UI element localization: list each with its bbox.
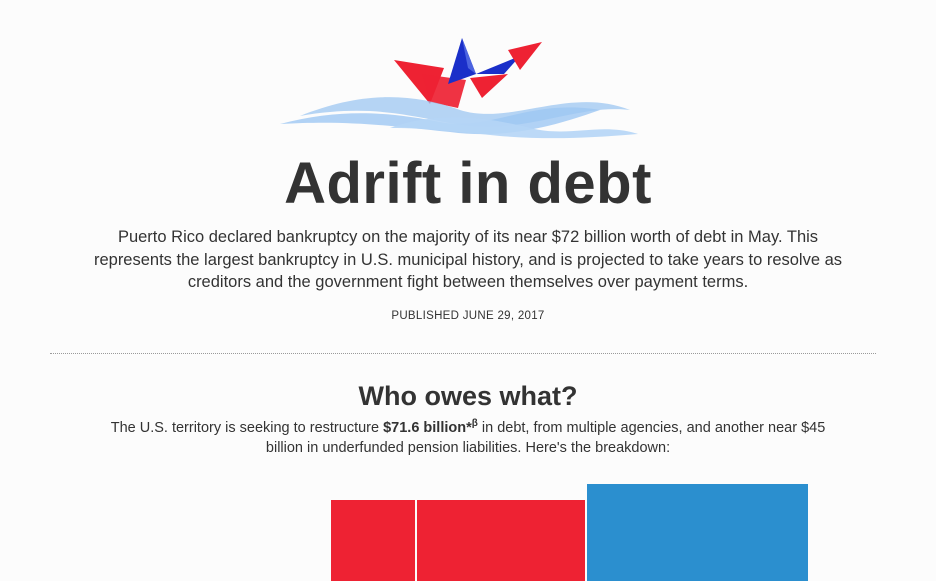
debt-block-blue[interactable] [587,484,808,581]
desc-amount: $71.6 billion*β [383,418,478,436]
page-title: Adrift in debt [284,151,652,216]
intro-paragraph: Puerto Rico declared bankruptcy on the m… [93,228,843,291]
boat-stern [470,74,508,98]
section-description: The U.S. territory is seeking to restruc… [93,418,843,458]
section-heading: Who owes what? [358,381,578,411]
section-divider [50,353,876,354]
boat-center-sail [448,38,476,84]
desc-text-before: The U.S. territory is seeking to restruc… [110,420,384,436]
debt-block-red-1[interactable] [331,500,415,581]
debt-block-red-2[interactable] [417,500,585,581]
paper-boat-logo-icon [280,38,638,139]
boat-right-sail [508,42,542,70]
publish-date: PUBLISHED JUNE 29, 2017 [391,310,545,322]
